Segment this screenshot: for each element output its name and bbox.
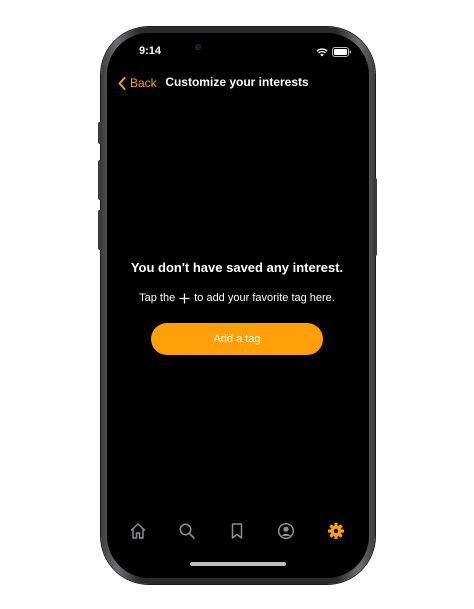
battery-icon (332, 47, 351, 57)
tab-bar (110, 516, 364, 546)
gear-icon (328, 523, 344, 539)
plus-icon (179, 293, 190, 303)
screen (107, 33, 369, 578)
volume-up-button (98, 160, 102, 200)
profile-icon (277, 522, 295, 540)
tab-settings[interactable] (321, 516, 351, 546)
empty-state-hint: Tap the to add your favorite tag here. (110, 292, 364, 304)
page-title: Customize your interests (165, 75, 309, 89)
add-tag-button[interactable]: Add a tag (151, 323, 323, 355)
empty-state-title: You don't have saved any interest. (130, 260, 344, 275)
wifi-icon (316, 47, 328, 56)
volume-down-button (98, 210, 102, 250)
tab-bookmarks[interactable] (222, 516, 252, 546)
hint-suffix: to add your favorite tag here. (194, 292, 335, 304)
chevron-left-icon (118, 76, 126, 90)
back-button[interactable]: Back (118, 74, 157, 92)
tab-profile[interactable] (271, 516, 301, 546)
silent-switch (98, 122, 102, 144)
search-icon (179, 523, 195, 539)
back-label: Back (130, 76, 157, 90)
status-time: 9:14 (138, 45, 162, 57)
home-icon (130, 523, 146, 539)
bookmark-icon (231, 523, 243, 539)
hint-prefix: Tap the (139, 292, 176, 304)
power-button (373, 178, 377, 256)
tab-search[interactable] (172, 516, 202, 546)
home-indicator[interactable] (190, 562, 286, 566)
status-icons (316, 47, 352, 57)
front-camera (195, 44, 201, 50)
tab-home[interactable] (123, 516, 153, 546)
